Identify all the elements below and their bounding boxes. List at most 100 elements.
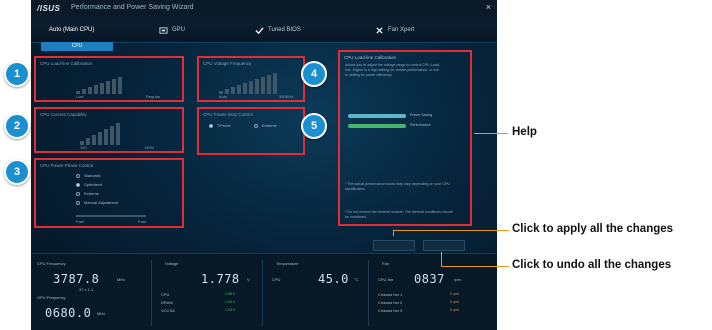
duty-option-label: T.Probe xyxy=(217,123,231,128)
app-window: /ISUS Performance and Power Saving Wizar… xyxy=(31,0,497,330)
current-low: 100 xyxy=(80,145,87,150)
temperature-label: CPU xyxy=(272,277,281,282)
tab-auto[interactable]: Auto (Main CPU) xyxy=(49,22,94,38)
asus-logo: /ISUS xyxy=(37,4,61,13)
phase-slider-high: Fast xyxy=(138,219,146,224)
phase-option-standard[interactable]: Standard xyxy=(76,173,100,178)
monitor-voltage: Voltage 1.778 V CPU 1.08 V DRAM 1.04 V V… xyxy=(155,258,260,328)
panel-power-phase: CPU Power Phase Control Standard Optimiz… xyxy=(34,158,184,228)
current-high: 140% xyxy=(144,145,155,150)
callout-badge-2: 2 xyxy=(4,113,30,139)
fan-unit: rpm xyxy=(454,277,461,282)
cpu-ratio: 37 x 1.1 xyxy=(79,287,94,292)
apply-button[interactable] xyxy=(373,240,415,251)
tab-tuned-bios[interactable]: Tuned BIOS xyxy=(255,22,301,38)
voltage-freq-low: Auto xyxy=(219,94,228,99)
tab-auto-label: Auto (Main CPU) xyxy=(49,27,95,33)
voltage-title: Voltage xyxy=(165,261,179,266)
duty-option-tprobe[interactable]: T.Probe xyxy=(209,123,231,128)
phase-slider-low: Fast xyxy=(76,219,84,224)
apply-annotation: Click to apply all the changes xyxy=(512,223,674,235)
monitor-bar: CPU Frequency 3787.8 MHz 37 x 1.1 GPU Fr… xyxy=(31,253,497,330)
power-phase-title: CPU Power Phase Control xyxy=(40,163,94,168)
monitor-temperature: Temperature CPU 45.0 °C xyxy=(266,258,366,328)
panel-load-line: CPU Load-line Calibration Low Regular xyxy=(34,56,184,102)
load-line-low: Low xyxy=(76,94,84,99)
voltage-freq-title: CPU Voltage Frequency xyxy=(203,61,252,66)
tab-fan-xpert-label: Fan Xpert xyxy=(388,27,415,33)
help-leader-line xyxy=(474,133,508,135)
temperature-value: 45.0 xyxy=(318,272,349,286)
help-text: Allows you to adjust the voltage range t… xyxy=(345,63,441,77)
help-note-2: * Do not remove the thermal module. The … xyxy=(345,210,453,219)
close-icon[interactable]: × xyxy=(486,2,491,12)
undo-button[interactable] xyxy=(423,240,465,251)
radio-icon xyxy=(209,123,213,128)
legend-swatch-performance xyxy=(348,124,406,128)
duty-option-extreme[interactable]: Extreme xyxy=(254,123,277,128)
voltage-unit: V xyxy=(247,277,250,282)
tab-tuned-bios-label: Tuned BIOS xyxy=(268,27,301,33)
fan-icon xyxy=(376,26,383,34)
radio-icon xyxy=(76,173,80,178)
fan-row-value: 0 rpm xyxy=(450,292,459,296)
help-panel: CPU Load-line Calibration Allows you to … xyxy=(338,50,472,226)
tab-bar: Auto (Main CPU) GPU Tuned BIOS Fan Xpert xyxy=(31,18,497,43)
radio-icon xyxy=(76,191,80,196)
fan-row-label: Chassis fan 1 xyxy=(378,292,403,297)
divider xyxy=(151,260,152,326)
voltage-row-label: CPU xyxy=(161,292,170,297)
cpu-freq-title: CPU Frequency xyxy=(37,261,66,266)
cpu-freq-value: 3787.8 xyxy=(53,272,100,286)
legend-swatch-power-saving xyxy=(348,114,406,118)
phase-option-label: Manual Adjustment xyxy=(84,200,119,205)
fan-value: 0837 xyxy=(414,272,445,286)
divider xyxy=(368,260,369,326)
window-title: Performance and Power Saving Wizard xyxy=(71,4,194,11)
current-title: CPU Current Capability xyxy=(40,112,87,117)
monitor-cpu: CPU Frequency 3787.8 MHz 37 x 1.1 GPU Fr… xyxy=(31,258,149,328)
phase-option-label: Standard xyxy=(84,173,101,178)
phase-option-label: Optimized xyxy=(84,182,103,187)
phase-option-optimized[interactable]: Optimized xyxy=(76,182,102,187)
radio-icon xyxy=(76,182,80,187)
title-bar: /ISUS Performance and Power Saving Wizar… xyxy=(31,0,497,18)
voltage-value: 1.778 xyxy=(201,272,240,286)
panel-voltage-frequency: CPU Voltage Frequency Auto 350KHz xyxy=(197,56,305,102)
gpu-freq-unit: MHz xyxy=(97,311,106,316)
tab-gpu[interactable]: GPU xyxy=(159,22,185,38)
duty-option-label: Extreme xyxy=(262,123,277,128)
fan-row-label: Chassis fan 2 xyxy=(378,300,403,305)
fan-label: CPU fan xyxy=(378,277,394,282)
phase-slider-track[interactable] xyxy=(76,215,146,217)
load-line-high: Regular xyxy=(146,94,161,99)
subtab-cpu[interactable]: CPU xyxy=(41,42,113,51)
callout-badge-1: 1 xyxy=(4,61,30,87)
callout-badge-5: 5 xyxy=(301,113,327,139)
gpu-freq-title: GPU Frequency xyxy=(37,295,66,300)
phase-option-extreme[interactable]: Extreme xyxy=(76,191,99,196)
check-icon xyxy=(255,26,264,34)
tab-fan-xpert[interactable]: Fan Xpert xyxy=(375,22,414,38)
voltage-freq-slider[interactable] xyxy=(219,73,277,94)
current-slider[interactable] xyxy=(80,123,120,145)
help-title: CPU Load-line Calibration xyxy=(344,55,397,60)
load-line-slider[interactable] xyxy=(76,77,122,94)
phase-option-manual[interactable]: Manual Adjustment xyxy=(76,200,118,205)
duty-title: CPU Power Duty Control xyxy=(203,112,253,117)
legend-performance: Performance xyxy=(410,123,431,127)
divider xyxy=(262,260,263,326)
legend-power-saving: Power Saving xyxy=(410,113,433,117)
help-annotation: Help xyxy=(512,126,537,138)
undo-leader-line xyxy=(441,266,509,268)
gpu-icon xyxy=(159,26,168,34)
tab-gpu-label: GPU xyxy=(172,27,186,33)
callout-badge-3: 3 xyxy=(4,159,30,185)
help-note-1: * The actual performance boost may vary … xyxy=(345,182,451,191)
undo-annotation: Click to undo all the changes xyxy=(512,259,672,271)
load-line-title: CPU Load-line Calibration xyxy=(40,61,93,66)
voltage-row-value: 1.08 V xyxy=(225,292,236,296)
undo-leader-vertical xyxy=(441,252,443,267)
radio-icon xyxy=(76,200,80,205)
fan-row-value: 0 rpm xyxy=(450,308,459,312)
